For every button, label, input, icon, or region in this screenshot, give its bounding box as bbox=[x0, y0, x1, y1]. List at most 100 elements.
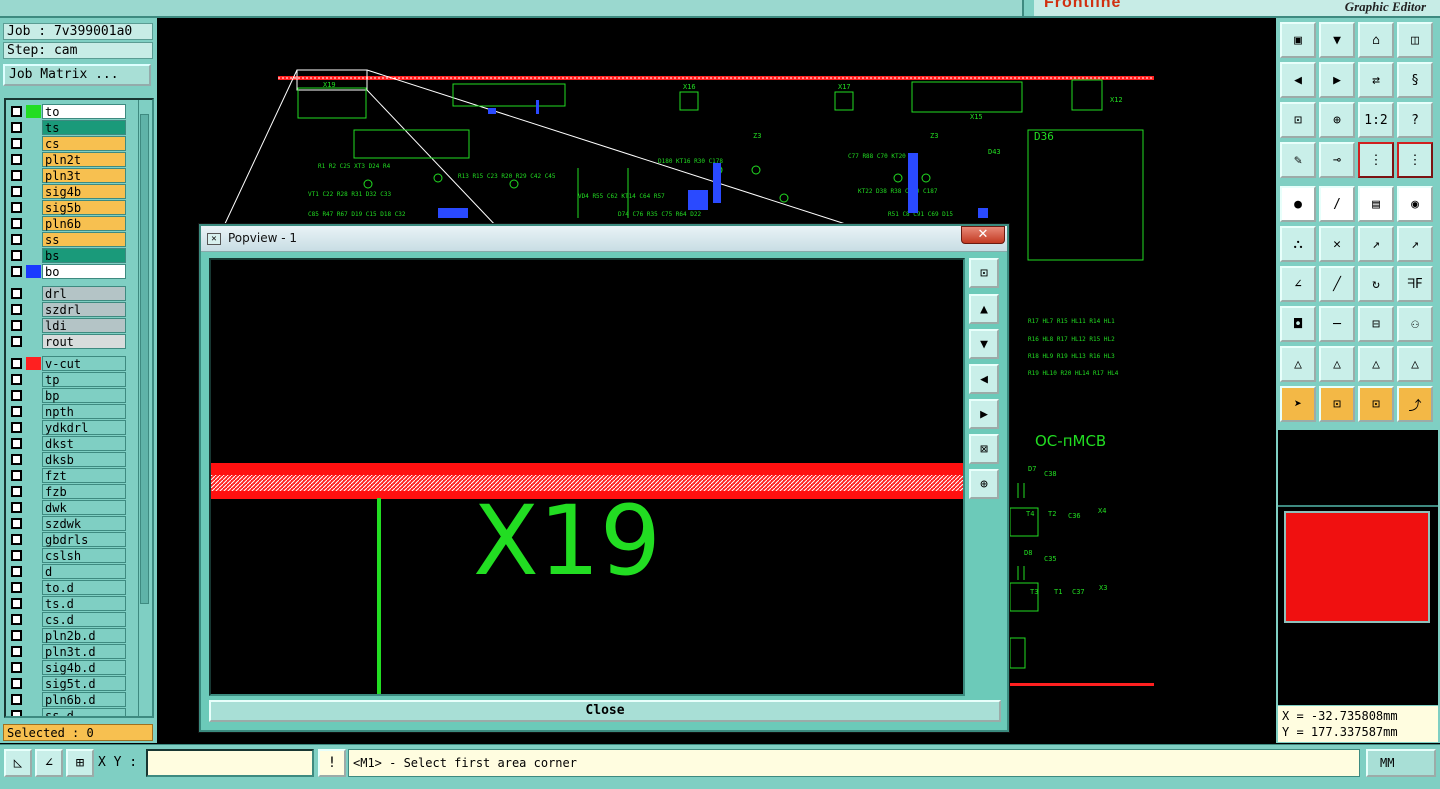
layer-row[interactable]: szdwk bbox=[8, 516, 126, 531]
palette-icon[interactable]: ✎ bbox=[1280, 142, 1316, 178]
layer-row[interactable]: ss.d bbox=[8, 708, 126, 716]
layer-checkbox[interactable] bbox=[11, 630, 22, 641]
close-icon[interactable]: ✕ bbox=[961, 226, 1005, 244]
triangle-4-icon[interactable]: △ bbox=[1397, 346, 1433, 382]
pan-left-icon[interactable]: ◀ bbox=[1280, 62, 1316, 98]
swap-icon[interactable]: ⇄ bbox=[1358, 62, 1394, 98]
zoom-down-icon[interactable]: ▼ bbox=[969, 329, 999, 359]
layer-checkbox[interactable] bbox=[11, 266, 22, 277]
layer-checkbox[interactable] bbox=[11, 186, 22, 197]
layer-checkbox[interactable] bbox=[11, 582, 22, 593]
layer-row[interactable]: pln3t bbox=[8, 168, 126, 183]
measure-icon[interactable]: ◺ bbox=[4, 749, 32, 777]
help-icon[interactable]: ? bbox=[1397, 102, 1433, 138]
triangle-1-icon[interactable]: △ bbox=[1280, 346, 1316, 382]
layer-checkbox[interactable] bbox=[11, 518, 22, 529]
trim-line-icon[interactable]: ─ bbox=[1319, 306, 1355, 342]
layer-checkbox[interactable] bbox=[11, 154, 22, 165]
popview-canvas[interactable]: X19 bbox=[209, 258, 965, 696]
layer-checkbox[interactable] bbox=[11, 694, 22, 705]
layer-checkbox[interactable] bbox=[11, 406, 22, 417]
scroll-thumb[interactable] bbox=[140, 114, 149, 604]
pointer-box-icon[interactable]: ⊡ bbox=[1319, 386, 1355, 422]
layer-row[interactable]: bs bbox=[8, 248, 126, 263]
layer-checkbox[interactable] bbox=[11, 454, 22, 465]
layer-checkbox[interactable] bbox=[11, 646, 22, 657]
layer-checkbox[interactable] bbox=[11, 550, 22, 561]
triangle-2-icon[interactable]: △ bbox=[1319, 346, 1355, 382]
zoom-center-icon[interactable]: ⊕ bbox=[1319, 102, 1355, 138]
pointer-box-alt-icon[interactable]: ⊡ bbox=[1358, 386, 1394, 422]
pan-right-icon[interactable]: ▶ bbox=[1319, 62, 1355, 98]
layer-checkbox[interactable] bbox=[11, 486, 22, 497]
layer-row[interactable]: bp bbox=[8, 388, 126, 403]
layer-checkbox[interactable] bbox=[11, 138, 22, 149]
connect-nodes-icon[interactable]: ⛬ bbox=[1280, 226, 1316, 262]
layer-checkbox[interactable] bbox=[11, 320, 22, 331]
rotate-icon[interactable]: ↻ bbox=[1358, 266, 1394, 302]
layer-row[interactable]: npth bbox=[8, 404, 126, 419]
layer-scrollbar[interactable] bbox=[138, 100, 150, 716]
layer-checkbox[interactable] bbox=[11, 202, 22, 213]
layer-checkbox[interactable] bbox=[11, 614, 22, 625]
alert-icon[interactable]: ! bbox=[318, 749, 346, 777]
probe-icon[interactable]: ⊸ bbox=[1319, 142, 1355, 178]
layer-checkbox[interactable] bbox=[11, 122, 22, 133]
unit-selector[interactable]: MM bbox=[1366, 749, 1436, 777]
move-points-icon[interactable]: ↗ bbox=[1358, 226, 1394, 262]
layer-checkbox[interactable] bbox=[11, 106, 22, 117]
move-points-alt-icon[interactable]: ↗ bbox=[1397, 226, 1433, 262]
pan-left-icon[interactable]: ◀ bbox=[969, 364, 999, 394]
layer-row[interactable]: ydkdrl bbox=[8, 420, 126, 435]
layer-row[interactable]: pln2b.d bbox=[8, 628, 126, 643]
zoom-up-icon[interactable]: ▲ bbox=[969, 294, 999, 324]
pad-red-icon[interactable]: ◘ bbox=[1280, 306, 1316, 342]
scale-1-2-icon[interactable]: 1:2 bbox=[1358, 102, 1394, 138]
pad-add-icon[interactable]: ● bbox=[1280, 186, 1316, 222]
popview-titlebar[interactable]: ✕ Popview - 1 ✕ bbox=[201, 226, 1007, 252]
circle-select-icon[interactable]: ◉ bbox=[1397, 186, 1433, 222]
xy-input[interactable] bbox=[146, 749, 314, 777]
layer-checkbox[interactable] bbox=[11, 218, 22, 229]
delete-x-icon[interactable]: ✕ bbox=[1319, 226, 1355, 262]
zoom-out-icon[interactable]: ⊠ bbox=[969, 434, 999, 464]
layer-checkbox[interactable] bbox=[11, 470, 22, 481]
layer-checkbox[interactable] bbox=[11, 422, 22, 433]
layer-row[interactable]: sig5t.d bbox=[8, 676, 126, 691]
angle-icon[interactable]: ∠ bbox=[1280, 266, 1316, 302]
layer-row[interactable]: to bbox=[8, 104, 126, 119]
layer-row[interactable]: fzt bbox=[8, 468, 126, 483]
layer-row[interactable]: pln6b bbox=[8, 216, 126, 231]
layer-checkbox[interactable] bbox=[11, 250, 22, 261]
zoom-fit-icon[interactable]: ⊡ bbox=[969, 258, 999, 288]
layer-row[interactable]: ldi bbox=[8, 318, 126, 333]
layer-row[interactable]: pln2t bbox=[8, 152, 126, 167]
layer-row[interactable]: bo bbox=[8, 264, 126, 279]
split-view-icon[interactable]: ◫ bbox=[1397, 22, 1433, 58]
pointer-icon[interactable]: ➤ bbox=[1280, 386, 1316, 422]
layer-row[interactable]: pln6b.d bbox=[8, 692, 126, 707]
layer-display-alt-icon[interactable]: ⋮ bbox=[1397, 142, 1433, 178]
layer-row[interactable]: cslsh bbox=[8, 548, 126, 563]
layer-row[interactable]: d bbox=[8, 564, 126, 579]
layer-checkbox[interactable] bbox=[11, 304, 22, 315]
layer-row[interactable]: cs bbox=[8, 136, 126, 151]
layer-checkbox[interactable] bbox=[11, 438, 22, 449]
pointer-route-icon[interactable]: ⤴ bbox=[1397, 386, 1433, 422]
layer-row[interactable]: ts.d bbox=[8, 596, 126, 611]
mirror-f-icon[interactable]: ᖷF bbox=[1397, 266, 1433, 302]
layer-row[interactable]: sig4b.d bbox=[8, 660, 126, 675]
layer-row[interactable]: szdrl bbox=[8, 302, 126, 317]
layer-row[interactable]: fzb bbox=[8, 484, 126, 499]
layer-checkbox[interactable] bbox=[11, 374, 22, 385]
layer-checkbox[interactable] bbox=[11, 598, 22, 609]
layer-row[interactable]: dkst bbox=[8, 436, 126, 451]
group-circles-icon[interactable]: ⚇ bbox=[1397, 306, 1433, 342]
layer-checkbox[interactable] bbox=[11, 566, 22, 577]
layer-row[interactable]: sig4b bbox=[8, 184, 126, 199]
layer-checkbox[interactable] bbox=[11, 170, 22, 181]
layer-list[interactable]: to ts cs pln2t pln3t sig4b sig5b pln6b ss bs bo drl… bbox=[4, 98, 154, 718]
angle-measure-icon[interactable]: ∠ bbox=[35, 749, 63, 777]
snap-icon[interactable]: § bbox=[1397, 62, 1433, 98]
layer-row[interactable]: ss bbox=[8, 232, 126, 247]
